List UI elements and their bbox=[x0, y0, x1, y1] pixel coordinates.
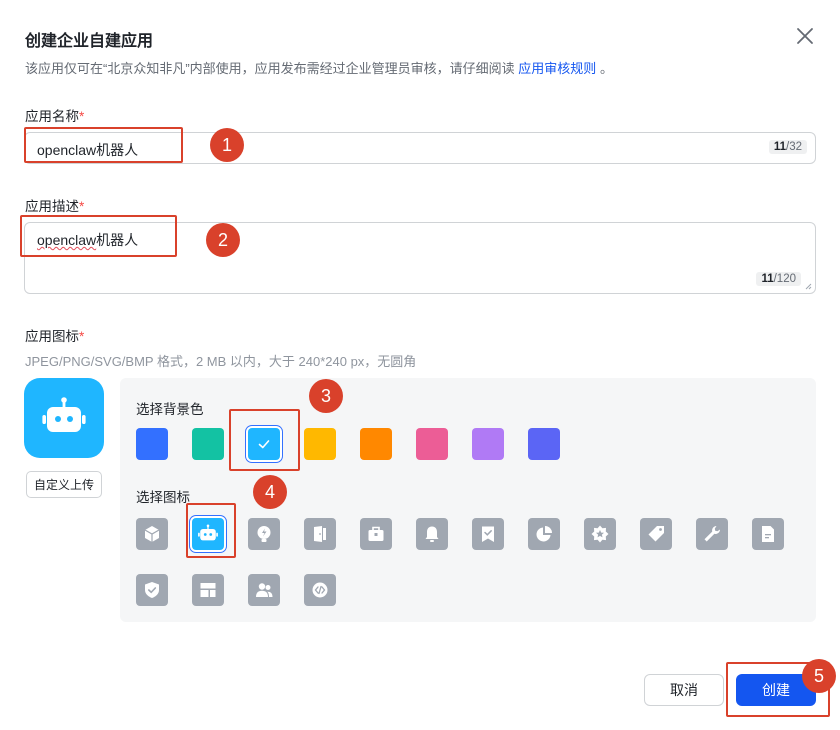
app-desc-textarea[interactable]: openclaw机器人 11/120 bbox=[24, 222, 816, 294]
lightning-bulb-icon[interactable] bbox=[248, 518, 280, 550]
bg-swatch-pink[interactable] bbox=[416, 428, 448, 460]
app-name-value: openclaw机器人 bbox=[37, 142, 139, 158]
app-name-counter: 11/32 bbox=[768, 140, 807, 154]
app-desc-value: openclaw机器人 bbox=[37, 230, 138, 250]
bell-icon[interactable] bbox=[416, 518, 448, 550]
bg-color-label: 选择背景色 bbox=[136, 402, 204, 417]
step-marker-4: 4 bbox=[253, 475, 287, 509]
step-marker-3: 3 bbox=[309, 379, 343, 413]
create-app-dialog: 创建企业自建应用 该应用仅可在“北京众知非凡”内部使用，应用发布需经过企业管理员… bbox=[0, 0, 840, 730]
app-name-max: /32 bbox=[786, 141, 802, 153]
briefcase-icon[interactable] bbox=[360, 518, 392, 550]
custom-upload-button[interactable]: 自定义上传 bbox=[26, 471, 102, 498]
robot-icon bbox=[42, 397, 86, 432]
spellcheck-word: openclaw bbox=[37, 232, 97, 248]
icon-format-hint: JPEG/PNG/SVG/BMP 格式，2 MB 以内，大于 240*240 p… bbox=[25, 354, 417, 369]
step-marker-1: 1 bbox=[210, 128, 244, 162]
step-marker-2: 2 bbox=[206, 223, 240, 257]
app-desc-count: 11 bbox=[761, 273, 774, 285]
cube-icon[interactable] bbox=[136, 518, 168, 550]
code-icon[interactable] bbox=[304, 574, 336, 606]
required-mark: * bbox=[79, 329, 85, 344]
close-icon[interactable] bbox=[794, 25, 816, 47]
icon-picker-panel: 选择背景色 选择图标 bbox=[120, 378, 816, 622]
bg-swatch-purple[interactable] bbox=[472, 428, 504, 460]
pie-chart-icon[interactable] bbox=[528, 518, 560, 550]
cancel-button[interactable]: 取消 bbox=[644, 674, 724, 706]
app-icon-label-text: 应用图标 bbox=[25, 329, 79, 344]
robot-icon-selected[interactable] bbox=[192, 518, 224, 550]
subtitle-end: 。 bbox=[599, 61, 613, 76]
app-desc-value-rest: 机器人 bbox=[96, 232, 139, 248]
app-desc-label: 应用描述* bbox=[25, 195, 84, 215]
app-name-label: 应用名称* bbox=[25, 105, 84, 125]
step-marker-5: 5 bbox=[802, 659, 836, 693]
icon-choice-label: 选择图标 bbox=[136, 490, 190, 505]
app-name-label-text: 应用名称 bbox=[25, 109, 79, 124]
door-icon[interactable] bbox=[304, 518, 336, 550]
users-icon[interactable] bbox=[248, 574, 280, 606]
app-desc-max: /120 bbox=[773, 273, 796, 285]
required-mark: * bbox=[79, 199, 85, 214]
subtitle-text: 该应用仅可在“北京众知非凡”内部使用，应用发布需经过企业管理员审核，请仔细阅读 bbox=[25, 61, 515, 76]
app-name-count: 11 bbox=[773, 141, 786, 153]
shield-check-icon[interactable] bbox=[136, 574, 168, 606]
bg-swatch-indigo[interactable] bbox=[528, 428, 560, 460]
required-mark: * bbox=[79, 109, 85, 124]
star-badge-icon[interactable] bbox=[584, 518, 616, 550]
layout-icon[interactable] bbox=[192, 574, 224, 606]
app-icon-label: 应用图标* bbox=[25, 325, 84, 345]
wrench-icon[interactable] bbox=[696, 518, 728, 550]
document-icon[interactable] bbox=[752, 518, 784, 550]
bg-swatch-orange[interactable] bbox=[360, 428, 392, 460]
app-desc-label-text: 应用描述 bbox=[25, 199, 79, 214]
app-icon-preview bbox=[24, 378, 104, 458]
dialog-title: 创建企业自建应用 bbox=[25, 33, 154, 50]
bg-swatch-yellow[interactable] bbox=[304, 428, 336, 460]
dialog-subtitle: 该应用仅可在“北京众知非凡”内部使用，应用发布需经过企业管理员审核，请仔细阅读 … bbox=[25, 58, 613, 77]
tag-icon[interactable] bbox=[640, 518, 672, 550]
bg-swatch-blue[interactable] bbox=[136, 428, 168, 460]
check-icon bbox=[258, 440, 270, 449]
review-rules-link[interactable]: 应用审核规则 bbox=[518, 61, 596, 76]
bookmark-check-icon[interactable] bbox=[472, 518, 504, 550]
bg-swatch-sky-selected[interactable] bbox=[248, 428, 280, 460]
resize-handle-icon[interactable] bbox=[805, 283, 812, 290]
app-desc-counter: 11/120 bbox=[756, 272, 801, 286]
bg-swatch-teal[interactable] bbox=[192, 428, 224, 460]
app-name-input[interactable]: openclaw机器人 11/32 bbox=[24, 132, 816, 164]
